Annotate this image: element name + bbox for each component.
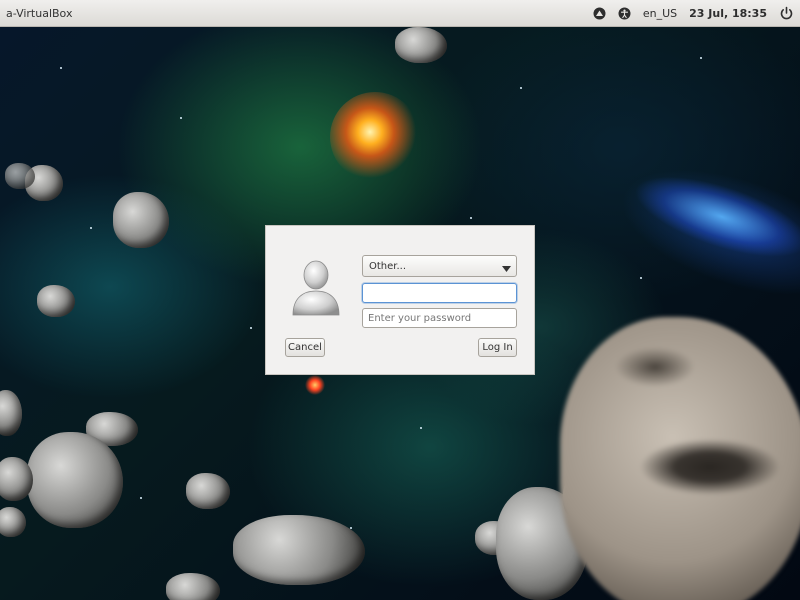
nebula-burst [330, 92, 420, 182]
nebula-spark [305, 375, 325, 395]
energy-swirl [535, 81, 800, 353]
user-select-value: Other... [369, 260, 407, 272]
asteroid [186, 473, 230, 509]
star [180, 117, 182, 119]
login-button[interactable]: Log In [478, 338, 517, 357]
asteroid-large [560, 317, 800, 600]
asteroid [233, 515, 365, 585]
login-dialog: Other... Cancel Log In [265, 225, 535, 375]
asteroid [0, 390, 22, 436]
star [640, 277, 642, 279]
star [520, 87, 522, 89]
network-icon[interactable] [593, 7, 606, 20]
password-input[interactable] [362, 308, 517, 328]
asteroid [166, 573, 220, 600]
asteroid [395, 27, 447, 63]
panel-title: a-VirtualBox [6, 7, 73, 20]
asteroid [27, 432, 123, 528]
user-avatar-icon [290, 258, 342, 316]
asteroid [5, 163, 35, 189]
star [250, 327, 252, 329]
chevron-down-icon [502, 264, 511, 275]
star [60, 67, 62, 69]
star [90, 227, 92, 229]
asteroid [113, 192, 169, 248]
username-input[interactable] [362, 283, 517, 303]
asteroid [37, 285, 75, 317]
user-select-dropdown[interactable]: Other... [362, 255, 517, 277]
star [140, 497, 142, 499]
star [700, 57, 702, 59]
star [470, 217, 472, 219]
accessibility-icon[interactable] [618, 7, 631, 20]
clock[interactable]: 23 Jul, 18:35 [689, 7, 767, 20]
star [420, 427, 422, 429]
keyboard-layout-indicator[interactable]: en_US [643, 7, 677, 20]
panel-indicators: en_US 23 Jul, 18:35 [581, 0, 794, 27]
cancel-button[interactable]: Cancel [285, 338, 325, 357]
top-panel: a-VirtualBox en_US 23 Jul, 18:35 [0, 0, 800, 27]
power-icon[interactable] [779, 6, 794, 21]
asteroid [0, 507, 26, 537]
